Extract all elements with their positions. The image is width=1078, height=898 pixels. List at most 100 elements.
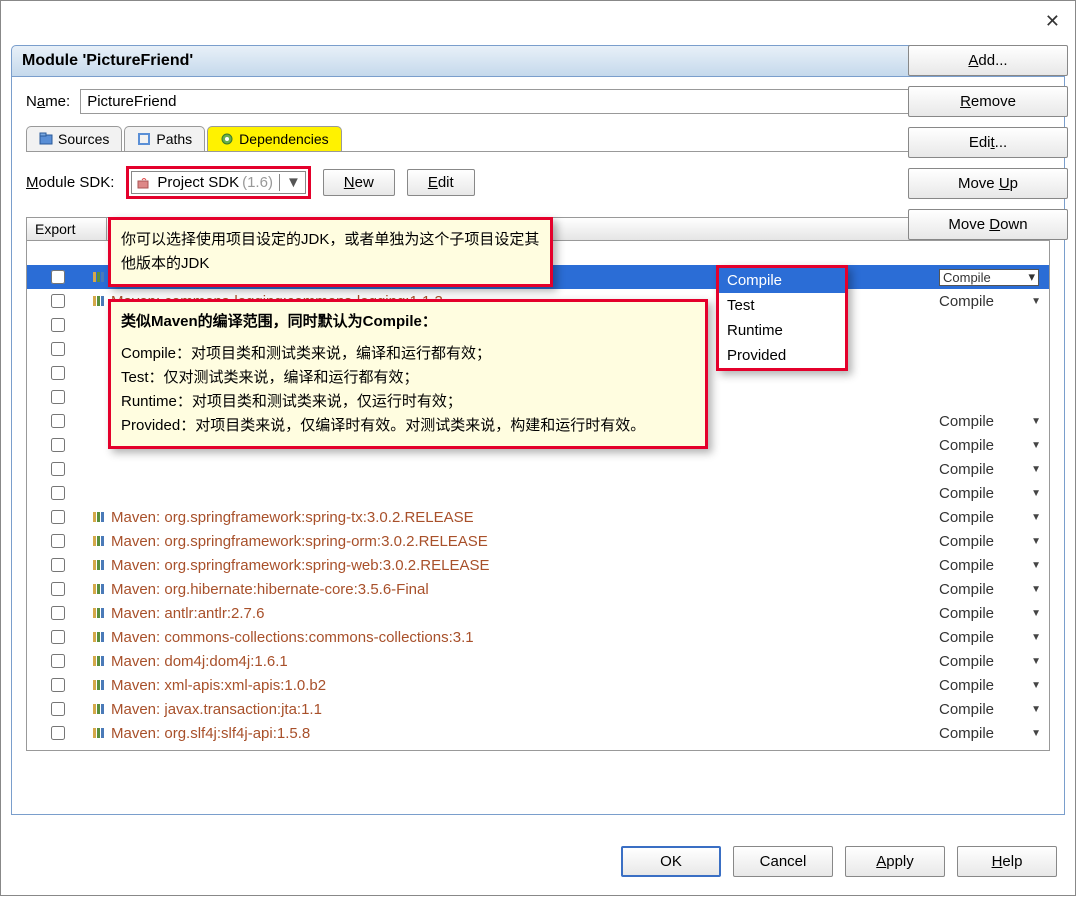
dependency-name: Maven: xml-apis:xml-apis:1.0.b2	[109, 677, 939, 694]
module-sdk-label: Module SDK:	[26, 174, 114, 191]
scope-cell[interactable]: Compile▼	[939, 293, 1049, 310]
edit-sdk-button[interactable]: Edit	[407, 169, 475, 196]
dependencies-icon	[220, 132, 234, 146]
module-sdk-select[interactable]: Project SDK (1.6) ▼	[131, 171, 305, 194]
name-input[interactable]	[80, 89, 1050, 114]
cancel-button[interactable]: Cancel	[733, 846, 833, 877]
header-export[interactable]: Export	[27, 218, 107, 240]
dependency-name: Maven: commons-collections:commons-colle…	[109, 629, 939, 646]
scope-cell[interactable]: Compile▼	[939, 557, 1049, 574]
scope-cell[interactable]: Compile▼	[939, 677, 1049, 694]
table-row[interactable]: Maven: commons-collections:commons-colle…	[27, 625, 1049, 649]
table-row[interactable]: Compile▼	[27, 457, 1049, 481]
scope-cell[interactable]: Compile▼	[939, 461, 1049, 478]
export-checkbox[interactable]	[51, 294, 65, 308]
scope-cell[interactable]: Compile▼	[939, 413, 1049, 430]
export-checkbox[interactable]	[51, 510, 65, 524]
dependency-name: Maven: org.springframework:spring-web:3.…	[109, 557, 939, 574]
remove-button[interactable]: Remove	[908, 86, 1068, 117]
export-checkbox[interactable]	[51, 270, 65, 284]
table-row[interactable]: Compile▼	[27, 481, 1049, 505]
chevron-down-icon: ▼	[279, 174, 301, 191]
scope-cell[interactable]: Compile▼	[939, 725, 1049, 742]
export-checkbox[interactable]	[51, 486, 65, 500]
scope-cell[interactable]: Compile▼	[939, 653, 1049, 670]
scope-cell[interactable]: Compile▼	[939, 581, 1049, 598]
library-icon	[89, 270, 109, 284]
dependency-name: Maven: antlr:antlr:2.7.6	[109, 605, 939, 622]
library-icon	[89, 534, 109, 548]
export-checkbox[interactable]	[51, 678, 65, 692]
library-icon	[89, 510, 109, 524]
scope-option[interactable]: Test	[719, 293, 845, 318]
help-button[interactable]: Help	[957, 846, 1057, 877]
export-checkbox[interactable]	[51, 702, 65, 716]
export-checkbox[interactable]	[51, 414, 65, 428]
tab-paths[interactable]: Paths	[124, 126, 205, 151]
move-down-button[interactable]: Move Down	[908, 209, 1068, 240]
scope-cell[interactable]: Compile▼	[939, 437, 1049, 454]
table-row[interactable]: Maven: dom4j:dom4j:1.6.1Compile▼	[27, 649, 1049, 673]
export-checkbox[interactable]	[51, 342, 65, 356]
table-row[interactable]: Maven: javax.transaction:jta:1.1Compile▼	[27, 697, 1049, 721]
tab-dependencies-label: Dependencies	[239, 131, 329, 147]
export-checkbox[interactable]	[51, 462, 65, 476]
dialog-title: Module 'PictureFriend'	[11, 45, 1065, 77]
table-row[interactable]: Maven: org.slf4j:slf4j-api:1.5.8Compile▼	[27, 721, 1049, 745]
library-icon	[89, 630, 109, 644]
export-checkbox[interactable]	[51, 390, 65, 404]
tab-sources[interactable]: Sources	[26, 126, 122, 151]
table-row[interactable]: Maven: antlr:antlr:2.7.6Compile▼	[27, 601, 1049, 625]
export-checkbox[interactable]	[51, 582, 65, 596]
add-button[interactable]: Add...	[908, 45, 1068, 76]
scope-option[interactable]: Compile	[719, 268, 845, 293]
library-icon	[89, 726, 109, 740]
table-row[interactable]: Maven: org.springframework:spring-web:3.…	[27, 553, 1049, 577]
export-checkbox[interactable]	[51, 606, 65, 620]
sdk-select-highlight: Project SDK (1.6) ▼	[126, 166, 310, 199]
scope-cell[interactable]: Compile▼	[939, 629, 1049, 646]
scope-cell[interactable]: Compile▼	[939, 701, 1049, 718]
dependency-name: Maven: org.springframework:spring-orm:3.…	[109, 533, 939, 550]
annotation-scope: 类似Maven的编译范围，同时默认为Compile： Compile：对项目类和…	[108, 299, 708, 449]
table-row[interactable]: Maven: org.hibernate:hibernate-core:3.5.…	[27, 577, 1049, 601]
export-checkbox[interactable]	[51, 654, 65, 668]
dependency-name: Maven: org.springframework:spring-tx:3.0…	[109, 509, 939, 526]
ok-button[interactable]: OK	[621, 846, 721, 877]
paths-icon	[137, 132, 151, 146]
export-checkbox[interactable]	[51, 438, 65, 452]
table-row[interactable]: Maven: org.springframework:spring-orm:3.…	[27, 529, 1049, 553]
export-checkbox[interactable]	[51, 558, 65, 572]
export-checkbox[interactable]	[51, 366, 65, 380]
tab-paths-label: Paths	[156, 131, 192, 147]
dependency-name: Maven: org.hibernate:hibernate-core:3.5.…	[109, 581, 939, 598]
dependency-name: Maven: javax.transaction:jta:1.1	[109, 701, 939, 718]
export-checkbox[interactable]	[51, 318, 65, 332]
export-checkbox[interactable]	[51, 726, 65, 740]
dependency-name: Maven: dom4j:dom4j:1.6.1	[109, 653, 939, 670]
tabs: Sources Paths Dependencies	[26, 126, 1050, 152]
annotation-sdk: 你可以选择使用项目设定的JDK，或者单独为这个子项目设定其他版本的JDK	[108, 217, 553, 287]
scope-option[interactable]: Provided	[719, 343, 845, 368]
library-icon	[89, 558, 109, 572]
scope-cell[interactable]: Compile▼	[939, 509, 1049, 526]
new-button[interactable]: New	[323, 169, 395, 196]
export-checkbox[interactable]	[51, 534, 65, 548]
close-icon[interactable]: ✕	[1045, 11, 1060, 32]
table-row[interactable]: Maven: org.springframework:spring-tx:3.0…	[27, 505, 1049, 529]
scope-option[interactable]: Runtime	[719, 318, 845, 343]
export-checkbox[interactable]	[51, 630, 65, 644]
library-icon	[89, 294, 109, 308]
edit-button[interactable]: Edit...	[908, 127, 1068, 158]
apply-button[interactable]: Apply	[845, 846, 945, 877]
library-icon	[89, 654, 109, 668]
scope-dropdown-open[interactable]: CompileTestRuntimeProvided	[716, 265, 848, 371]
sources-icon	[39, 132, 53, 146]
scope-cell[interactable]: Compile▼	[939, 485, 1049, 502]
scope-cell[interactable]: Compile▼	[939, 605, 1049, 622]
move-up-button[interactable]: Move Up	[908, 168, 1068, 199]
table-row[interactable]: Maven: xml-apis:xml-apis:1.0.b2Compile▼	[27, 673, 1049, 697]
tab-dependencies[interactable]: Dependencies	[207, 126, 342, 151]
scope-select[interactable]: Compile▾	[939, 269, 1039, 286]
scope-cell[interactable]: Compile▼	[939, 533, 1049, 550]
